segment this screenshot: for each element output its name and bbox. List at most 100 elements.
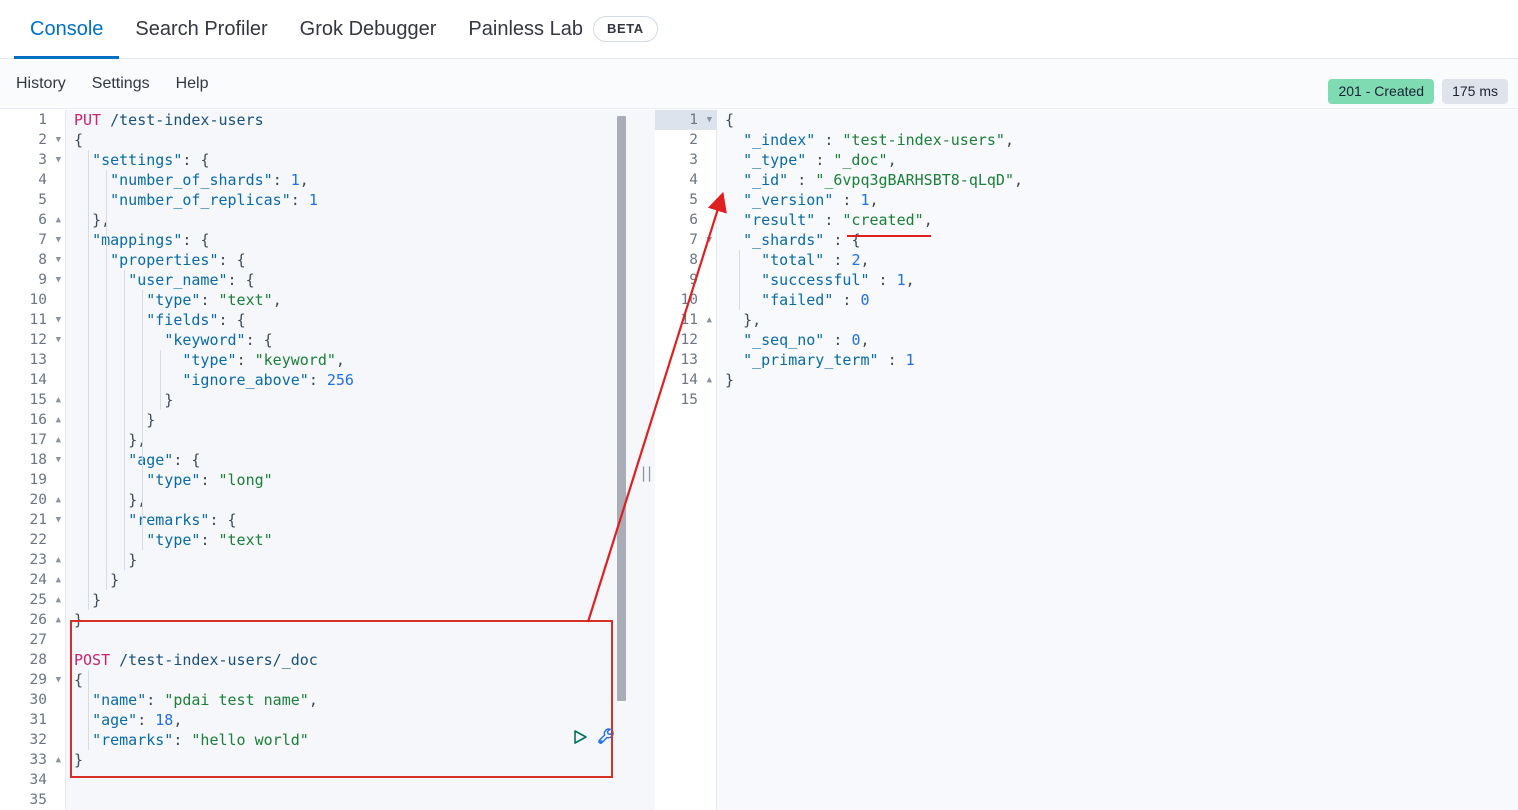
code-line[interactable]: },: [66, 490, 636, 510]
line-number[interactable]: 29▼: [0, 670, 65, 690]
play-icon[interactable]: [570, 727, 590, 747]
chevron-up-icon[interactable]: ▲: [56, 550, 61, 570]
toolbar-settings-button[interactable]: Settings: [92, 75, 150, 93]
line-number[interactable]: 27: [0, 630, 65, 650]
chevron-up-icon[interactable]: ▲: [56, 590, 61, 610]
code-line[interactable]: }: [66, 590, 636, 610]
code-line[interactable]: "total" : 2,: [717, 250, 1518, 270]
code-line[interactable]: "_primary_term" : 1: [717, 350, 1518, 370]
line-number[interactable]: 9▼: [0, 270, 65, 290]
code-line[interactable]: "number_of_replicas": 1: [66, 190, 636, 210]
tab-console[interactable]: Console: [14, 0, 119, 59]
code-line[interactable]: "type": "long": [66, 470, 636, 490]
chevron-up-icon[interactable]: ▲: [56, 490, 61, 510]
line-number[interactable]: 10: [0, 290, 65, 310]
chevron-down-icon[interactable]: ▼: [56, 450, 61, 470]
chevron-up-icon[interactable]: ▲: [56, 390, 61, 410]
line-number[interactable]: 33▲: [0, 750, 65, 770]
response-viewer[interactable]: 1▼234567▼891011▲121314▲15 { "_index" : "…: [655, 110, 1518, 810]
line-number[interactable]: 31: [0, 710, 65, 730]
code-line[interactable]: "type": "text",: [66, 290, 636, 310]
code-line[interactable]: }: [66, 550, 636, 570]
code-line[interactable]: "_type" : "_doc",: [717, 150, 1518, 170]
line-number[interactable]: 13: [0, 350, 65, 370]
chevron-up-icon[interactable]: ▲: [56, 210, 61, 230]
chevron-down-icon[interactable]: ▼: [56, 250, 61, 270]
line-number[interactable]: 26▲: [0, 610, 65, 630]
request-scrollbar-thumb[interactable]: [617, 116, 626, 701]
code-line[interactable]: {: [66, 670, 636, 690]
tab-painless-lab[interactable]: Painless Lab BETA: [452, 0, 673, 59]
code-line[interactable]: },: [66, 430, 636, 450]
code-line[interactable]: "mappings": {: [66, 230, 636, 250]
line-number[interactable]: 19: [0, 470, 65, 490]
line-number[interactable]: 23▲: [0, 550, 65, 570]
code-line[interactable]: PUT /test-index-users: [66, 110, 636, 130]
code-line[interactable]: },: [66, 210, 636, 230]
code-line[interactable]: "remarks": "hello world": [66, 730, 636, 750]
chevron-down-icon[interactable]: ▼: [56, 150, 61, 170]
request-code-area[interactable]: PUT /test-index-users{ "settings": { "nu…: [66, 110, 636, 810]
line-number[interactable]: 17▲: [0, 430, 65, 450]
tab-search-profiler[interactable]: Search Profiler: [119, 0, 283, 59]
code-line[interactable]: [66, 790, 636, 810]
chevron-up-icon[interactable]: ▲: [56, 410, 61, 430]
code-line[interactable]: "fields": {: [66, 310, 636, 330]
tab-grok-debugger[interactable]: Grok Debugger: [284, 0, 453, 59]
line-number[interactable]: 30: [0, 690, 65, 710]
code-line[interactable]: }: [717, 370, 1518, 390]
code-line[interactable]: "name": "pdai test name",: [66, 690, 636, 710]
pane-resize-handle[interactable]: ||: [636, 110, 655, 810]
code-line[interactable]: "_seq_no" : 0,: [717, 330, 1518, 350]
line-number[interactable]: 14: [0, 370, 65, 390]
chevron-down-icon[interactable]: ▼: [56, 230, 61, 250]
code-line[interactable]: {: [717, 110, 1518, 130]
code-line[interactable]: "_id" : "_6vpq3gBARHSBT8-qLqD",: [717, 170, 1518, 190]
code-line[interactable]: }: [66, 410, 636, 430]
chevron-up-icon[interactable]: ▲: [56, 430, 61, 450]
line-number[interactable]: 12▼: [0, 330, 65, 350]
code-line[interactable]: "properties": {: [66, 250, 636, 270]
line-number[interactable]: 35: [0, 790, 65, 810]
chevron-down-icon[interactable]: ▼: [707, 230, 712, 250]
code-line[interactable]: {: [66, 130, 636, 150]
chevron-down-icon[interactable]: ▼: [56, 270, 61, 290]
line-number[interactable]: 4: [0, 170, 65, 190]
code-line[interactable]: "_version" : 1,: [717, 190, 1518, 210]
code-line[interactable]: "failed" : 0: [717, 290, 1518, 310]
code-line[interactable]: POST /test-index-users/_doc: [66, 650, 636, 670]
wrench-icon[interactable]: [596, 726, 618, 748]
code-line[interactable]: "_index" : "test-index-users",: [717, 130, 1518, 150]
chevron-down-icon[interactable]: ▼: [56, 130, 61, 150]
chevron-up-icon[interactable]: ▲: [56, 610, 61, 630]
chevron-down-icon[interactable]: ▼: [56, 330, 61, 350]
chevron-up-icon[interactable]: ▲: [56, 750, 61, 770]
code-line[interactable]: "remarks": {: [66, 510, 636, 530]
line-number[interactable]: 6▲: [0, 210, 65, 230]
code-line[interactable]: "user_name": {: [66, 270, 636, 290]
toolbar-help-button[interactable]: Help: [176, 75, 209, 93]
code-line[interactable]: [66, 770, 636, 790]
code-line[interactable]: "type": "keyword",: [66, 350, 636, 370]
line-number[interactable]: 32: [0, 730, 65, 750]
line-number[interactable]: 28: [0, 650, 65, 670]
code-line[interactable]: }: [66, 390, 636, 410]
code-line[interactable]: "successful" : 1,: [717, 270, 1518, 290]
toolbar-history-button[interactable]: History: [16, 75, 66, 93]
line-number[interactable]: 25▲: [0, 590, 65, 610]
code-line[interactable]: "age": {: [66, 450, 636, 470]
code-line[interactable]: "keyword": {: [66, 330, 636, 350]
line-number[interactable]: 1: [0, 110, 65, 130]
line-number[interactable]: 11▼: [0, 310, 65, 330]
code-line[interactable]: }: [66, 750, 636, 770]
line-number[interactable]: 22: [0, 530, 65, 550]
line-number[interactable]: 34: [0, 770, 65, 790]
code-line[interactable]: }: [66, 570, 636, 590]
line-number[interactable]: 15▲: [0, 390, 65, 410]
code-line[interactable]: },: [717, 310, 1518, 330]
code-line[interactable]: "age": 18,: [66, 710, 636, 730]
line-number[interactable]: 5: [0, 190, 65, 210]
chevron-up-icon[interactable]: ▲: [707, 370, 712, 390]
chevron-down-icon[interactable]: ▼: [707, 110, 712, 130]
request-line-number-gutter[interactable]: 12▼3▼456▲7▼8▼9▼1011▼12▼131415▲16▲17▲18▼1…: [0, 110, 66, 810]
